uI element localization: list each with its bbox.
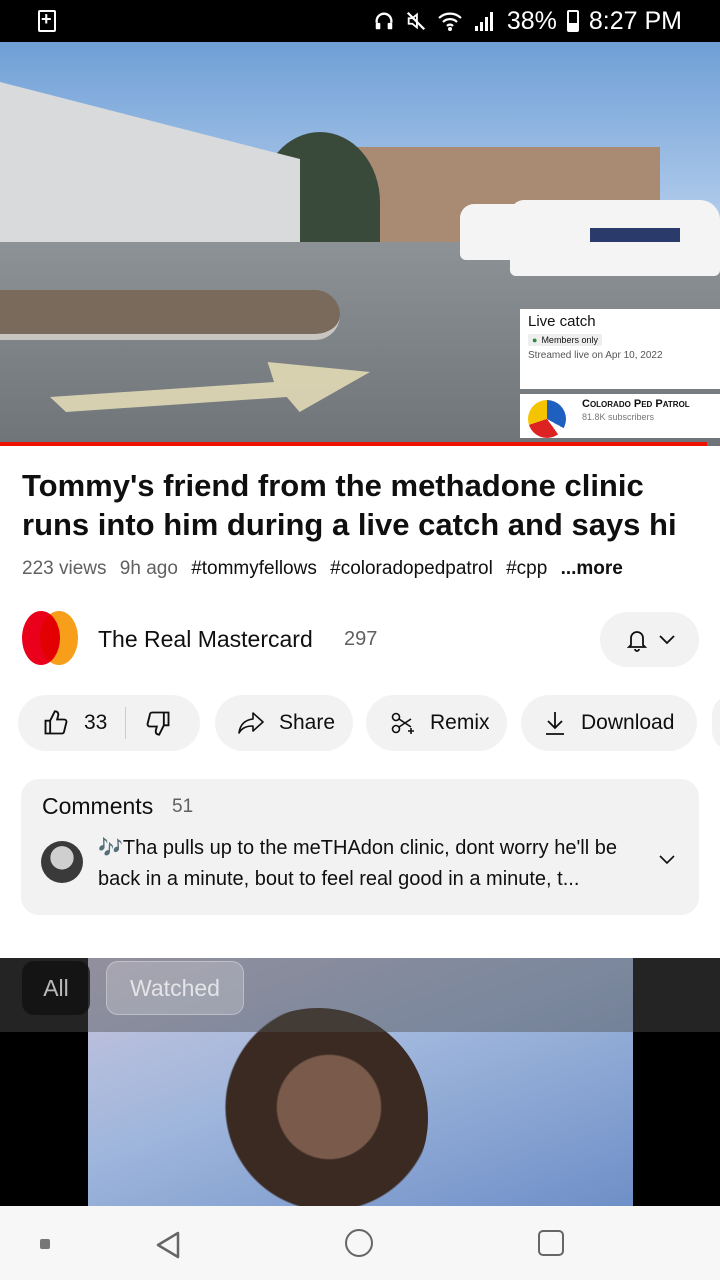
download-icon	[546, 712, 564, 735]
share-icon	[238, 712, 264, 734]
battery-icon	[566, 10, 579, 32]
stream-title: Live catch	[528, 313, 596, 330]
stream-info-card: Live catch Members only Streamed live on…	[520, 309, 720, 389]
like-dislike-pill: 33	[18, 695, 200, 751]
video-meta[interactable]: 223 views 9h ago #tommyfellows #colorado…	[22, 558, 631, 580]
top-comment-text: 🎶Tha pulls up to the meTHAdon clinic, do…	[98, 837, 617, 890]
battery-percent: 38%	[506, 6, 557, 35]
download-button[interactable]: Download	[521, 695, 697, 751]
battery-saver-icon	[38, 9, 56, 32]
like-icon[interactable]	[42, 709, 70, 737]
comments-panel[interactable]: Comments 51 🎶Tha pulls up to the meTHAdo…	[21, 779, 699, 915]
mastercard-yellow-circle	[40, 611, 78, 665]
remix-icon	[391, 712, 414, 734]
notification-bell-button[interactable]	[600, 612, 699, 667]
chip-watched[interactable]: Watched	[106, 961, 244, 1015]
back-icon[interactable]	[154, 1230, 182, 1260]
commenter-avatar	[41, 841, 83, 883]
more-description-link[interactable]: ...more	[561, 558, 623, 579]
signal-icon	[474, 12, 493, 31]
colorado-flag-logo	[528, 400, 566, 438]
upload-age: 9h ago	[119, 558, 178, 579]
headphones-icon	[375, 12, 393, 30]
remix-button[interactable]: Remix	[366, 695, 507, 751]
stream-channel-name: Colorado Ped Patrol	[582, 398, 690, 410]
filter-chips-bar: All Watched	[0, 958, 720, 1032]
system-nav-bar	[0, 1206, 720, 1280]
thumbnail-person	[208, 1008, 428, 1206]
channel-subscriber-count: 297	[344, 628, 378, 650]
stream-channel-subs: 81.8K subscribers	[582, 412, 655, 422]
download-label: Download	[581, 711, 675, 734]
video-frame-median	[0, 290, 340, 340]
chip-all[interactable]: All	[22, 961, 90, 1015]
view-count: 223 views	[22, 558, 107, 579]
channel-name[interactable]: The Real Mastercard	[98, 626, 313, 653]
chevron-down-icon	[658, 634, 675, 644]
video-frame-police-suv	[510, 200, 720, 276]
hashtag-link[interactable]: #coloradopedpatrol	[330, 558, 493, 579]
comments-heading: Comments	[42, 793, 154, 819]
comments-count: 51	[172, 796, 194, 817]
dislike-icon[interactable]	[144, 709, 172, 737]
members-only-badge: Members only	[528, 334, 602, 346]
more-actions-pill[interactable]	[712, 695, 720, 751]
stream-channel-strip: Colorado Ped Patrol 81.8K subscribers	[520, 394, 720, 438]
clock: 8:27 PM	[588, 6, 682, 35]
like-count[interactable]: 33	[84, 711, 107, 735]
video-progress-bar[interactable]	[0, 442, 707, 446]
status-icons: 38% 8:27 PM	[373, 6, 682, 36]
share-button[interactable]: Share	[215, 695, 353, 751]
mute-icon	[406, 11, 425, 31]
hashtag-link[interactable]: #tommyfellows	[191, 558, 317, 579]
home-icon[interactable]	[345, 1229, 373, 1257]
remix-label: Remix	[430, 711, 490, 734]
video-title[interactable]: Tommy's friend from the methadone clinic…	[22, 466, 712, 544]
video-player[interactable]: Live catch Members only Streamed live on…	[0, 42, 720, 446]
streamed-date: Streamed live on Apr 10, 2022	[528, 350, 663, 361]
related-video-feed[interactable]: All Watched	[0, 958, 720, 1206]
hashtag-link[interactable]: #cpp	[506, 558, 547, 579]
keyboard-indicator-icon	[40, 1239, 50, 1249]
status-bar: 38% 8:27 PM	[0, 0, 720, 42]
chevron-down-icon[interactable]	[659, 855, 675, 865]
share-label: Share	[279, 711, 336, 734]
recent-apps-icon[interactable]	[538, 1230, 564, 1256]
channel-avatar[interactable]	[22, 611, 78, 667]
bell-icon	[626, 630, 647, 652]
wifi-icon	[438, 12, 462, 31]
like-divider	[125, 707, 127, 739]
